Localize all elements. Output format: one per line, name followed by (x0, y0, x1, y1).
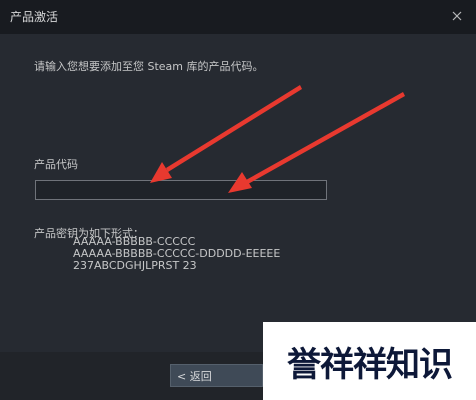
content-area: 请输入您想要添加至您 Steam 库的产品代码。 产品代码 产品密钥为如下形式：… (0, 34, 476, 352)
window-title: 产品激活 (10, 10, 59, 24)
close-icon (452, 11, 462, 21)
key-formats-list: AAAAA-BBBBB-CCCCC AAAAA-BBBBB-CCCCC-DDDD… (73, 236, 280, 272)
product-activation-window: 产品激活 请输入您想要添加至您 Steam 库的产品代码。 产品代码 产品密钥为… (0, 0, 476, 400)
product-code-input[interactable] (35, 180, 327, 200)
back-button[interactable]: < 返回 (170, 364, 263, 387)
key-format-item: 237ABCDGHJLPRST 23 (73, 259, 197, 272)
product-code-label: 产品代码 (34, 158, 78, 171)
close-button[interactable] (444, 3, 470, 29)
instruction-text: 请输入您想要添加至您 Steam 库的产品代码。 (34, 60, 264, 73)
watermark-text: 誉祥祥知识 (287, 344, 453, 385)
watermark-logo: 誉祥祥知识 (263, 322, 476, 400)
title-bar: 产品激活 (0, 0, 476, 34)
